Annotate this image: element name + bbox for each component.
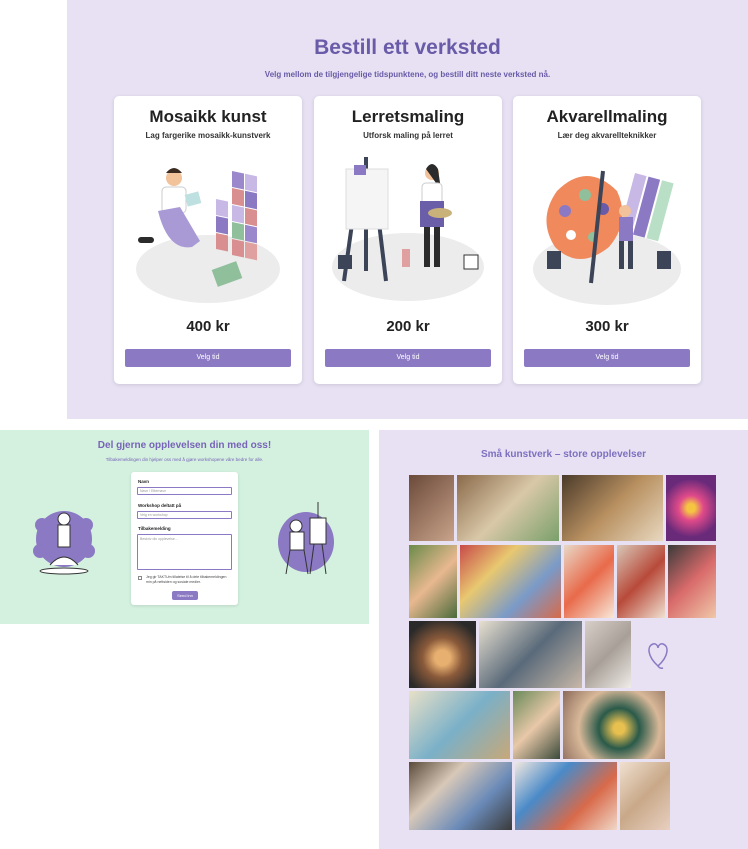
card-subtitle: Lær deg akvarellteknikker [557,131,657,140]
select-time-button[interactable]: Velg tid [524,349,690,367]
gallery-photo[interactable] [409,691,510,759]
consent-checkbox[interactable] [138,576,142,580]
send-button[interactable]: Send inn [172,591,198,600]
workshop-select[interactable]: Velg en workshop [137,511,232,519]
mosaic-artist-illustration [136,168,280,303]
page: Bestill ett verksted Velg mellom de tilg… [0,0,748,849]
card-price: 200 kr [386,318,430,335]
gallery-photo[interactable] [563,691,665,759]
gallery-photo[interactable] [460,545,561,618]
painter-figure-illustration [278,502,334,575]
feedback-label: Tilbakemelding [138,526,171,531]
gallery-photo[interactable] [409,762,512,830]
watercolor-painter-illustration [533,170,681,305]
gallery-photo[interactable] [620,762,670,830]
yoga-figure-illustration [33,511,95,575]
card-subtitle: Lag fargerike mosaikk-kunstverk [145,131,271,140]
gallery-photo[interactable] [617,545,665,618]
name-input[interactable]: Navn / Etternavn [137,487,232,495]
select-time-button[interactable]: Velg tid [125,349,291,367]
card-price: 300 kr [585,318,629,335]
gallery-photo[interactable] [668,545,716,618]
booking-section: Bestill ett verksted Velg mellom de tilg… [67,0,748,419]
heart-icon [648,643,668,669]
name-label: Navn [138,479,150,484]
gallery-title: Små kunstverk – store opplevelser [480,449,647,460]
card-subtitle: Utforsk maling på lerret [363,131,453,140]
select-time-button[interactable]: Velg tid [325,349,491,367]
booking-subtitle: Velg mellom de tilgjengelige tidspunkten… [264,70,551,79]
feedback-subtitle: Tilbakemeldingen din hjelper oss med å g… [105,457,264,462]
card-title: Akvarellmaling [546,107,668,126]
feedback-form: Navn Navn / Etternavn Workshop deltatt p… [131,472,238,605]
gallery-photo[interactable] [409,545,457,618]
consent-text: Jeg gir TAKTUm tillatelse til å dele til… [146,575,227,584]
gallery-photo[interactable] [457,475,559,541]
feedback-textarea[interactable]: Beskriv din opplevelse... [137,534,232,570]
gallery-photo[interactable] [409,475,454,541]
gallery-photo[interactable] [666,475,716,541]
card-title: Mosaikk kunst [149,107,267,126]
canvas-painter-illustration [332,157,484,301]
workshop-card-canvas: Lerretsmaling Utforsk maling på lerret 2… [314,96,502,384]
gallery-section: Små kunstverk – store opplevelser [379,430,748,849]
card-title: Lerretsmaling [351,107,465,126]
card-price: 400 kr [186,318,230,335]
gallery-photo[interactable] [513,691,560,759]
gallery-photo[interactable] [409,621,476,688]
workshop-card-mosaic: Mosaikk kunst Lag fargerike mosaikk-kuns… [114,96,302,384]
gallery-photo[interactable] [479,621,582,688]
gallery-photo[interactable] [515,762,617,830]
gallery-photo[interactable] [585,621,631,688]
workshop-label: Workshop deltatt på [138,503,182,508]
booking-title: Bestill ett verksted [314,36,501,59]
feedback-title: Del gjerne opplevelsen din med oss! [97,440,272,451]
gallery-photo[interactable] [562,475,663,541]
gallery-photo[interactable] [564,545,614,618]
workshop-card-watercolor: Akvarellmaling Lær deg akvarellteknikker [513,96,701,384]
